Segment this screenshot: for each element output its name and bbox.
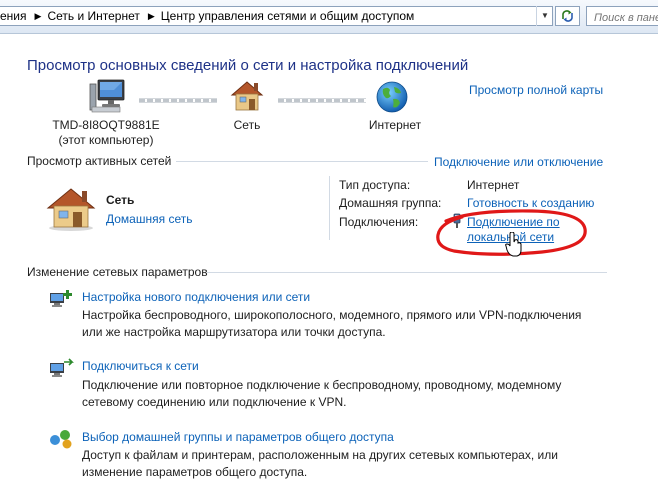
divider (329, 176, 330, 240)
home-network-large-icon[interactable] (46, 186, 96, 235)
change-settings-heading: Изменение сетевых параметров (27, 265, 208, 279)
active-networks-heading: Просмотр активных сетей (27, 154, 172, 168)
computer-subtitle: (этот компьютер) (58, 133, 154, 147)
task-connect-network-link[interactable]: Подключиться к сети (82, 359, 199, 373)
divider (207, 272, 607, 273)
task-new-connection-link[interactable]: Настройка нового подключения или сети (82, 290, 310, 304)
task-connect-network-desc: Подключение или повторное подключение к … (82, 378, 562, 409)
computer-icon[interactable] (86, 78, 126, 117)
breadcrumb-item-network-center[interactable]: Центр управления сетями и общим доступом (161, 9, 421, 23)
connect-disconnect-link[interactable]: Подключение или отключение (434, 155, 603, 169)
internet-label: Интернет (368, 118, 422, 132)
refresh-button[interactable] (555, 6, 580, 26)
globe-icon[interactable] (375, 80, 409, 117)
divider (176, 161, 428, 162)
new-connection-icon[interactable] (48, 288, 74, 313)
breadcrumb-separator-icon[interactable]: ▶ (146, 11, 161, 22)
task-homegroup-link[interactable]: Выбор домашней группы и параметров общег… (82, 430, 394, 444)
hand-cursor-icon (505, 232, 522, 257)
home-network-icon[interactable] (229, 79, 265, 116)
search-input[interactable] (586, 6, 658, 26)
task-homegroup-desc: Доступ к файлам и принтерам, расположенн… (82, 448, 558, 479)
chevron-down-icon[interactable]: ▼ (536, 6, 553, 26)
access-type-value: Интернет (467, 178, 520, 192)
homegroup-sharing-icon[interactable] (48, 428, 74, 453)
connection-line (139, 98, 217, 103)
view-full-map-link[interactable]: Просмотр полной карты (469, 83, 603, 97)
connection-line (278, 98, 366, 103)
refresh-icon (562, 10, 573, 22)
breadcrumb-separator-icon[interactable]: ▶ (33, 11, 48, 22)
network-label: Сеть (233, 118, 261, 132)
breadcrumb-item-control-panel[interactable]: ения (0, 9, 33, 23)
page-title: Просмотр основных сведений о сети и наст… (27, 57, 469, 74)
connect-network-icon[interactable] (48, 358, 74, 383)
network-type-link[interactable]: Домашняя сеть (106, 212, 192, 226)
breadcrumb[interactable]: ения ▶ Сеть и Интернет ▶ Центр управлени… (0, 6, 553, 26)
network-name: Сеть (106, 193, 135, 207)
address-bar: ения ▶ Сеть и Интернет ▶ Центр управлени… (0, 0, 658, 34)
homegroup-label: Домашняя группа: (339, 196, 442, 210)
access-type-label: Тип доступа: (339, 178, 411, 192)
computer-name: TMD-8I8OQT9881E (52, 118, 160, 132)
connections-label: Подключения: (339, 215, 419, 229)
task-new-connection-desc: Настройка беспроводного, широкополосного… (82, 308, 582, 339)
breadcrumb-item-network-internet[interactable]: Сеть и Интернет (47, 9, 145, 23)
